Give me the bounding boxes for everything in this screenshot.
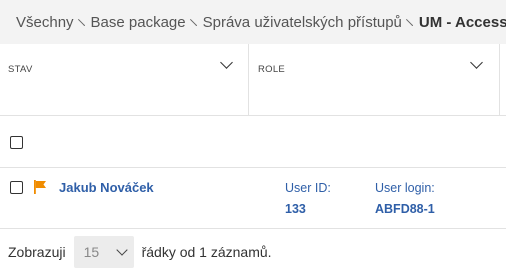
breadcrumb-item-base-package[interactable]: Base package (91, 14, 186, 31)
user-name-link[interactable]: Jakub Nováček (59, 180, 154, 195)
user-login-value: ABFD88-1 (375, 202, 435, 216)
chevron-down-icon (115, 243, 128, 256)
breadcrumb-item-vsechny[interactable]: Všechny (16, 14, 74, 31)
page-size-value: 15 (83, 243, 100, 260)
user-id-label: User ID: (285, 181, 331, 195)
user-id-value: 133 (285, 202, 306, 216)
breadcrumb: Všechny Base package Správa uživatelskýc… (0, 0, 506, 44)
pagination-prefix: Zobrazuji (8, 243, 66, 260)
pagination-footer: Zobrazuji 15 řádky od 1 záznamů. (0, 229, 506, 274)
column-label-stav: STAV (8, 64, 33, 75)
chevron-down-icon[interactable] (470, 56, 483, 69)
pagination-summary: řádky od 1 záznamů. (141, 243, 272, 260)
chevron-right-icon (77, 18, 85, 26)
chevron-down-icon[interactable] (220, 56, 233, 69)
column-filter-role[interactable]: ROLE (249, 44, 500, 116)
chevron-right-icon (405, 18, 413, 26)
user-login-label: User login: (375, 181, 435, 195)
breadcrumb-current: UM - Access r (418, 13, 506, 31)
flag-icon[interactable] (33, 180, 47, 194)
table-row: Jakub Nováček User ID: 133 User login: A… (0, 168, 506, 229)
column-label-role: ROLE (258, 64, 286, 75)
select-all-row (0, 116, 506, 168)
column-filter-stav[interactable]: STAV (0, 44, 249, 116)
chevron-right-icon (189, 18, 197, 26)
page-size-select[interactable]: 15 (73, 235, 134, 268)
table-header: STAV ROLE (0, 44, 506, 116)
breadcrumb-item-sprava-pristupu[interactable]: Správa uživatelských přístupů (203, 14, 402, 31)
select-all-checkbox[interactable] (10, 136, 23, 149)
row-checkbox[interactable] (10, 181, 23, 194)
